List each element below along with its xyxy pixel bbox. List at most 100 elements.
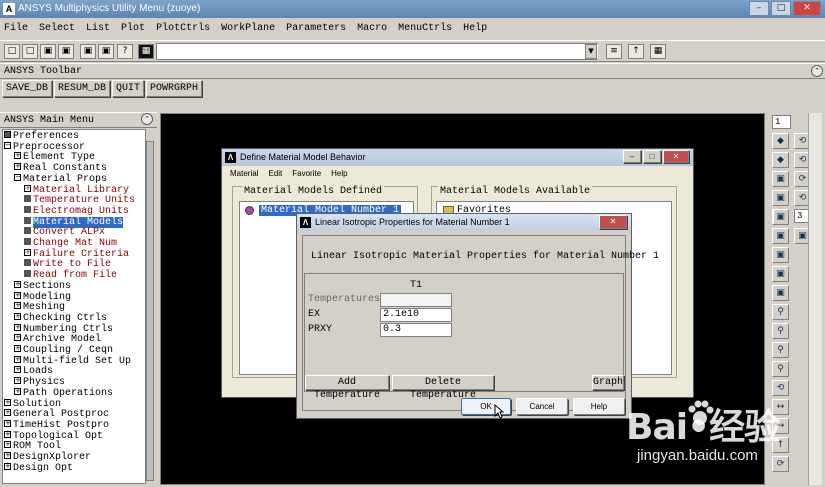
add-temperature-button[interactable]: Add Temperature	[305, 375, 389, 401]
save-icon[interactable]: ▣	[40, 44, 56, 59]
material-menu-material[interactable]: Material	[230, 169, 258, 178]
expand-icon[interactable]: +	[14, 152, 21, 160]
expand-icon[interactable]: +	[14, 334, 21, 342]
expand-icon[interactable]: +	[14, 377, 21, 385]
material-dialog-title: Define Material Model Behavior	[240, 152, 366, 162]
close-button[interactable]: ✕	[793, 1, 821, 16]
material-maximize-button[interactable]: □	[643, 150, 661, 163]
material-menu-edit[interactable]: Edit	[268, 169, 282, 178]
raise-hidden-icon[interactable]: ↑	[628, 44, 644, 59]
main-menu-header: ANSYS Main Menu	[0, 112, 157, 128]
expand-icon[interactable]: +	[4, 452, 11, 459]
temperatures-input[interactable]	[380, 293, 452, 307]
pan-zoom-icon[interactable]: ▣	[58, 44, 74, 59]
graph-button[interactable]: Graph	[592, 375, 624, 390]
zoom-icon[interactable]: ⚲	[772, 304, 789, 320]
main-menu-scrollbar[interactable]	[145, 129, 154, 484]
bottom-view-icon[interactable]: ▣	[772, 247, 789, 263]
menu-leaf-icon[interactable]	[4, 131, 11, 138]
material-menu-favorite[interactable]: Favorite	[292, 169, 321, 178]
zoom-box-icon[interactable]: ⚲	[772, 323, 789, 339]
expand-icon[interactable]: +	[4, 430, 11, 438]
reset-picking-icon[interactable]: ▦	[650, 44, 666, 59]
command-history-dropdown[interactable]: ▼	[585, 44, 597, 59]
help-icon[interactable]: ?	[117, 44, 133, 59]
main-menu-tree: Preferences − Preprocessor + Element Type + Re…	[2, 129, 154, 484]
toolbar-control-icon[interactable]: ≡	[606, 44, 622, 59]
new-file-icon[interactable]: □	[4, 44, 20, 59]
oblique-view-icon[interactable]: ◆	[772, 152, 789, 168]
menu-plot[interactable]: Plot	[121, 20, 145, 38]
expand-icon[interactable]: +	[4, 398, 11, 406]
resume-db-button[interactable]: RESUM_DB	[54, 80, 111, 97]
menu-select[interactable]: Select	[39, 20, 75, 38]
image-capture-icon[interactable]: ▣	[80, 44, 96, 59]
expand-icon[interactable]: +	[14, 312, 21, 320]
tree-item-design-opt[interactable]: + Design Opt	[4, 462, 73, 475]
expand-icon[interactable]: +	[4, 441, 11, 449]
menu-help[interactable]: Help	[463, 20, 487, 38]
expand-icon[interactable]: +	[14, 366, 21, 374]
menu-menuctrls[interactable]: MenuCtrls	[398, 20, 452, 38]
delete-temperature-button[interactable]: Delete Temperature	[392, 375, 494, 401]
save-db-button[interactable]: SAVE_DB	[2, 80, 53, 97]
fit-view-icon[interactable]: ▣	[772, 285, 789, 301]
expand-icon[interactable]: +	[14, 323, 21, 331]
collapse-icon[interactable]: −	[4, 141, 11, 149]
expand-icon[interactable]: +	[4, 409, 11, 417]
iso-close-button[interactable]: ✕	[599, 215, 627, 229]
expand-icon[interactable]: +	[14, 387, 21, 395]
right-view-icon[interactable]: ▣	[772, 190, 789, 206]
open-file-icon[interactable]: □	[22, 44, 38, 59]
ansys-window: A ANSYS Multiphysics Utility Menu (zuoye…	[0, 0, 825, 487]
expand-icon[interactable]: +	[14, 345, 21, 352]
expand-icon[interactable]: +	[14, 302, 21, 310]
right-scrollbar[interactable]	[808, 113, 822, 485]
menu-file[interactable]: File	[4, 20, 28, 38]
expand-icon[interactable]: +	[24, 248, 31, 256]
expand-icon[interactable]: +	[14, 355, 21, 363]
command-window-icon[interactable]: ▦	[138, 44, 154, 59]
prxy-input[interactable]: 0.3	[380, 323, 452, 337]
help-button[interactable]: Help	[573, 398, 625, 415]
expand-icon[interactable]: +	[14, 291, 21, 299]
quit-button[interactable]: QUIT	[112, 80, 145, 97]
expand-icon[interactable]: +	[4, 419, 11, 427]
minimize-button[interactable]: –	[749, 1, 769, 16]
menu-plotctrls[interactable]: PlotCtrls	[156, 20, 210, 38]
top-view-icon[interactable]: ▣	[772, 209, 789, 225]
menu-macro[interactable]: Macro	[357, 20, 387, 38]
material-menu-help[interactable]: Help	[331, 169, 347, 178]
isometric-view-icon[interactable]: ◆	[772, 133, 789, 149]
tree-item-label: Preferences	[13, 131, 80, 143]
report-icon[interactable]: ▣	[98, 44, 114, 59]
main-menu-rollup-icon[interactable]: ⌃	[141, 113, 153, 125]
back-view-icon[interactable]: ▣	[772, 228, 789, 244]
window-number-select[interactable]: 1	[772, 115, 791, 129]
menu-workplane[interactable]: WorkPlane	[221, 20, 275, 38]
powergraph-button[interactable]: POWRGRPH	[146, 80, 203, 97]
front-view-icon[interactable]: ▣	[772, 171, 789, 187]
material-close-button[interactable]: ✕	[663, 150, 689, 163]
menu-parameters[interactable]: Parameters	[286, 20, 346, 38]
dynamic-mode-icon[interactable]: ⟳	[772, 456, 789, 472]
ex-input[interactable]: 2.1e10	[380, 308, 452, 322]
scroll-thumb[interactable]	[146, 141, 154, 481]
toolbar-rollup-icon[interactable]: ⌃	[811, 65, 823, 77]
cancel-button[interactable]: Cancel	[516, 398, 568, 415]
expand-icon[interactable]: +	[24, 184, 31, 192]
zoom-out-icon[interactable]: ⚲	[772, 361, 789, 377]
zoom-in-icon[interactable]: ⚲	[772, 342, 789, 358]
left-view-icon[interactable]: ▣	[772, 266, 789, 282]
menu-list[interactable]: List	[86, 20, 110, 38]
maximize-button[interactable]: □	[771, 1, 791, 16]
title-bar: A ANSYS Multiphysics Utility Menu (zuoye…	[0, 0, 825, 18]
tree-item-electromag-units[interactable]: Electromag Units	[24, 205, 129, 218]
rotate-left-icon[interactable]: ⟲	[772, 380, 789, 396]
expand-icon[interactable]: +	[14, 280, 21, 288]
collapse-icon[interactable]: −	[14, 173, 21, 181]
command-input[interactable]	[156, 43, 598, 60]
expand-icon[interactable]: +	[4, 462, 11, 470]
material-minimize-button[interactable]: –	[623, 150, 641, 163]
expand-icon[interactable]: +	[14, 163, 21, 171]
